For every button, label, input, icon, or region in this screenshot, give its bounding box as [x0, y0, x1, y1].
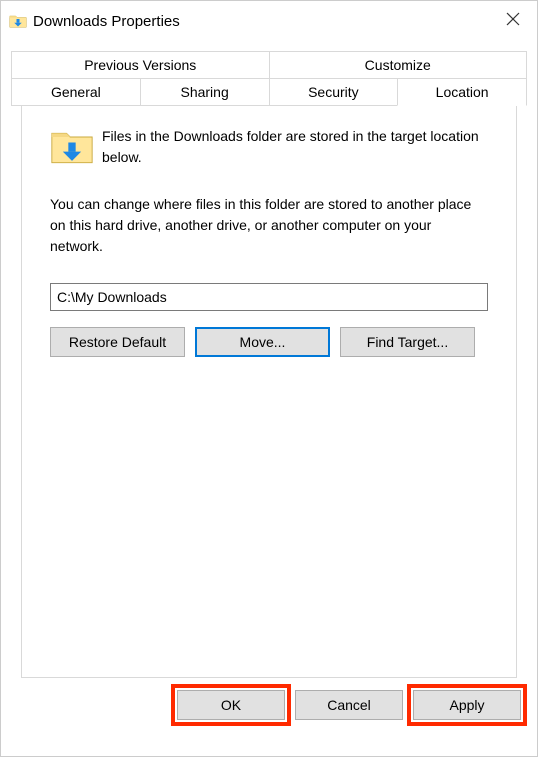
- move-button[interactable]: Move...: [195, 327, 330, 357]
- info-text: Files in the Downloads folder are stored…: [102, 126, 488, 170]
- downloads-folder-icon: [9, 13, 27, 29]
- tab-customize[interactable]: Customize: [269, 51, 528, 79]
- location-path-input[interactable]: [50, 283, 488, 311]
- find-target-button[interactable]: Find Target...: [340, 327, 475, 357]
- close-button[interactable]: [489, 1, 537, 37]
- tab-content: Files in the Downloads folder are stored…: [21, 106, 517, 678]
- window-title: Downloads Properties: [33, 13, 180, 30]
- tab-general[interactable]: General: [11, 78, 141, 106]
- tab-sharing[interactable]: Sharing: [140, 78, 270, 106]
- description-text: You can change where files in this folde…: [50, 194, 488, 257]
- ok-button[interactable]: OK: [177, 690, 285, 720]
- restore-default-button[interactable]: Restore Default: [50, 327, 185, 357]
- tabs: Previous Versions Customize General Shar…: [11, 51, 527, 678]
- apply-button[interactable]: Apply: [413, 690, 521, 720]
- cancel-button[interactable]: Cancel: [295, 690, 403, 720]
- close-icon: [506, 12, 520, 26]
- tab-previous-versions[interactable]: Previous Versions: [11, 51, 270, 79]
- titlebar: Downloads Properties: [1, 1, 537, 41]
- dialog-buttons: OK Cancel Apply: [1, 684, 537, 730]
- downloads-folder-large-icon: [50, 126, 94, 170]
- tab-security[interactable]: Security: [269, 78, 399, 106]
- tab-location[interactable]: Location: [397, 78, 527, 106]
